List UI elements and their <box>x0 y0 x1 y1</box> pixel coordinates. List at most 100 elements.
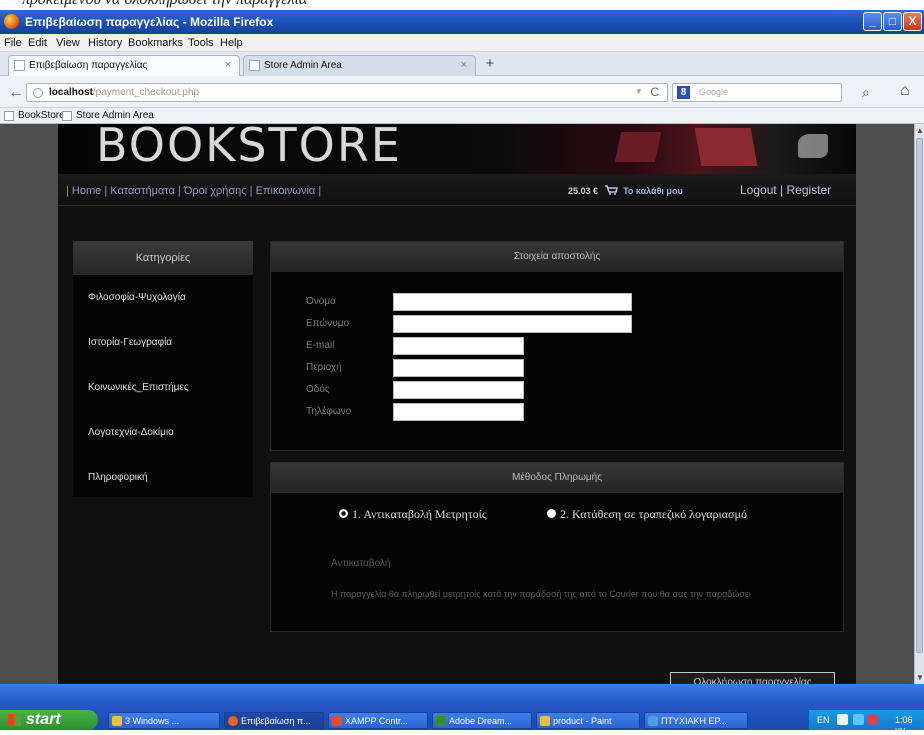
start-label: start <box>26 711 61 728</box>
tray-icon[interactable] <box>853 714 864 725</box>
site-header-banner: BOOKSTORE <box>58 124 856 174</box>
first-name-label: Όνομα <box>306 296 336 307</box>
radio-unselected-icon[interactable] <box>547 509 556 518</box>
menu-help[interactable]: Help <box>220 37 243 49</box>
area-field[interactable] <box>393 359 524 377</box>
menu-history[interactable]: History <box>88 37 122 49</box>
reload-icon[interactable]: C <box>650 85 659 99</box>
sidebar-item-literature[interactable]: Λογοτεχνία-Δοκίμιο <box>88 427 174 438</box>
site-nav-links: | Home | Καταστήματα | Όροι χρήσης | Επι… <box>66 185 322 197</box>
new-tab-button[interactable]: + <box>480 56 500 74</box>
taskbar-item-firefox[interactable]: Επιβεβαίωση π... <box>224 712 324 729</box>
phone-field[interactable] <box>393 403 524 421</box>
nav-link-stores[interactable]: Καταστήματα <box>110 185 175 197</box>
windows-flag-icon <box>8 714 21 726</box>
folder-icon <box>112 716 122 726</box>
paint-icon <box>540 716 550 726</box>
scrollbar-thumb[interactable] <box>916 138 923 653</box>
auth-links: Logout | Register <box>740 183 831 197</box>
windows-taskbar: start 3 Windows ... Επιβεβαίωση π... XAM… <box>0 684 924 735</box>
taskbar-item-xampp[interactable]: XAMPP Contr... <box>328 712 428 729</box>
document-caption: προκειμένου να ολοκληρώσει την παραγγελί… <box>0 0 924 10</box>
payment-description: Η παραγγελία θα πληρωθεί μετρητοίς κατά … <box>331 589 751 599</box>
banner-decoration <box>798 134 828 158</box>
banner-decoration <box>694 128 758 166</box>
taskbar-item-label: ΠΤΥΧΙΑΚΗ ΕΡ... <box>661 716 727 726</box>
cart-summary[interactable]: 25.03 € Το καλάθι μου <box>568 185 683 196</box>
search-engine-icon[interactable]: 8 <box>677 86 690 99</box>
payment-title: Μέθοδος Πληρωμής <box>271 463 843 493</box>
bookmarks-bar: BookStore Store Admin Area <box>0 108 924 124</box>
back-arrow-icon[interactable]: ← <box>8 84 24 102</box>
taskbar-item-dreamweaver[interactable]: Adobe Dream... <box>432 712 532 729</box>
taskbar-item-windows[interactable]: 3 Windows ... <box>108 712 220 729</box>
url-dropdown-icon[interactable]: ▾ <box>636 86 641 97</box>
maximize-button[interactable]: □ <box>883 12 902 31</box>
first-name-field[interactable] <box>393 293 632 311</box>
search-icon[interactable]: ⌕ <box>862 84 870 101</box>
document-caption-text: προκειμένου να ολοκληρώσει την παραγγελί… <box>22 0 307 9</box>
taskbar-item-thesis[interactable]: ΠΤΥΧΙΑΚΗ ΕΡ... <box>644 712 748 729</box>
language-indicator[interactable]: EN <box>817 715 830 725</box>
close-window-button[interactable]: X <box>903 12 922 31</box>
email-field[interactable] <box>393 337 524 355</box>
menu-edit[interactable]: Edit <box>28 37 47 49</box>
menu-file[interactable]: File <box>4 37 22 49</box>
sidebar-item-history[interactable]: Ιστορία-Γεωγραφία <box>88 337 172 348</box>
nav-link-home[interactable]: Home <box>72 185 101 197</box>
tab-store-admin[interactable]: Store Admin Area × <box>243 55 476 76</box>
home-icon[interactable]: ⌂ <box>900 82 910 100</box>
menu-view[interactable]: View <box>56 37 80 49</box>
window-titlebar: Επιβεβαίωση παραγγελίας - Mozilla Firefo… <box>0 10 924 34</box>
bookmark-store-admin[interactable]: Store Admin Area <box>62 110 154 121</box>
tab-close-icon[interactable]: × <box>461 59 467 71</box>
street-field[interactable] <box>393 381 524 399</box>
menu-tools[interactable]: Tools <box>188 37 214 49</box>
taskbar-item-paint[interactable]: product - Paint <box>536 712 640 729</box>
payment-option-bank-deposit[interactable]: 2. Κατάθεση σε τραπεζικό λογαριασμό <box>547 507 747 522</box>
sidebar-item-philosophy[interactable]: Φιλοσοφία-Ψυχολογία <box>88 292 186 303</box>
selected-payment-title: Αντικαταβολή <box>331 558 391 569</box>
dreamweaver-icon <box>436 716 446 726</box>
start-button[interactable]: start <box>0 710 98 730</box>
last-name-label: Επώνυμο <box>306 318 350 329</box>
scroll-down-arrow-icon[interactable]: ▼ <box>916 673 924 682</box>
area-label: Περιοχή <box>306 362 342 373</box>
bookmark-label: BookStore <box>18 110 65 121</box>
xampp-icon <box>332 716 342 726</box>
category-sidebar: Κατηγορίες Φιλοσοφία-Ψυχολογία Ιστορία-Γ… <box>73 241 253 497</box>
bookmark-bookstore[interactable]: BookStore <box>4 110 65 121</box>
register-link[interactable]: Register <box>787 183 832 197</box>
nav-link-terms[interactable]: Όροι χρήσης <box>184 185 247 197</box>
document-icon <box>648 716 658 726</box>
window-title: Επιβεβαίωση παραγγελίας - Mozilla Firefo… <box>25 15 274 29</box>
tab-label: Επιβεβαίωση παραγγελίας <box>29 60 148 71</box>
tray-icon[interactable] <box>837 714 848 725</box>
page-scrollbar[interactable]: ▲ ▼ <box>914 124 924 684</box>
nav-link-contact[interactable]: Επικοινωνία <box>256 185 316 197</box>
tab-order-confirmation[interactable]: Επιβεβαίωση παραγγελίας × <box>8 55 240 76</box>
address-bar[interactable]: localhost/payment_checkout.php ▾ C <box>26 83 668 102</box>
phone-label: Τηλέφωνο <box>306 406 352 417</box>
sidebar-item-social-sciences[interactable]: Κοινωνικές_Επιστήμες <box>88 382 189 393</box>
scroll-up-arrow-icon[interactable]: ▲ <box>916 126 924 135</box>
complete-order-button[interactable]: Ολοκλήρωση παραγγελίας <box>670 672 835 684</box>
site-navigation: | Home | Καταστήματα | Όροι χρήσης | Επι… <box>58 174 856 206</box>
radio-selected-icon[interactable] <box>339 509 348 518</box>
system-tray: EN 1:06 μμ <box>808 710 924 735</box>
cart-icon <box>604 185 618 195</box>
tray-icon[interactable] <box>867 714 878 725</box>
search-input[interactable]: 8 Google <box>672 83 842 102</box>
logout-link[interactable]: Logout <box>740 183 777 197</box>
sidebar-item-informatics[interactable]: Πληροφορική <box>88 472 148 483</box>
site-logo[interactable]: BOOKSTORE <box>96 124 402 172</box>
payment-option-cash[interactable]: 1. Αντικαταβολή Μετρητοίς <box>339 507 487 522</box>
minimize-button[interactable]: _ <box>863 12 882 31</box>
page-icon <box>249 60 260 71</box>
globe-icon <box>33 88 43 98</box>
last-name-field[interactable] <box>393 315 632 333</box>
menu-bookmarks[interactable]: Bookmarks <box>128 37 183 49</box>
email-label: E-mail <box>306 340 335 351</box>
tab-close-icon[interactable]: × <box>225 59 231 71</box>
firefox-icon <box>228 716 238 726</box>
